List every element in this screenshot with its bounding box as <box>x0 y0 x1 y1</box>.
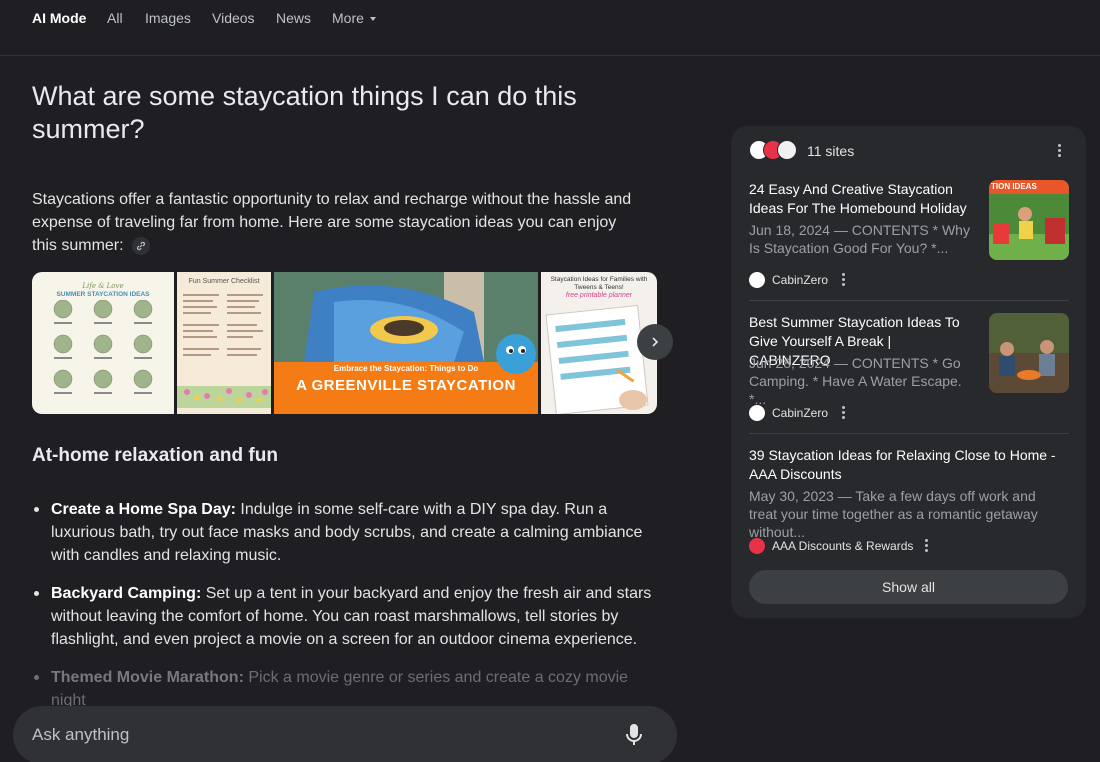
tab-more-label: More <box>332 10 364 26</box>
image-carousel: Life & Love SUMMER STAYCATION IDEAS Fun … <box>32 272 657 414</box>
more-vert-icon[interactable] <box>1052 142 1066 160</box>
source-card[interactable]: Best Summer Staycation Ideas To Give You… <box>749 313 1069 423</box>
section-title: At-home relaxation and fun <box>32 445 278 466</box>
show-all-button[interactable]: Show all <box>749 570 1068 604</box>
answer-column: What are some staycation things I can do… <box>32 80 673 709</box>
thumbnail-label: TION IDEAS <box>991 182 1037 191</box>
source-card[interactable]: 24 Easy And Creative Staycation Ideas Fo… <box>749 180 1069 290</box>
ask-input[interactable]: Ask anything <box>13 706 677 762</box>
carousel-image-3[interactable]: Embrace the Staycation: Things to Do A G… <box>274 272 538 414</box>
source-site-name: CabinZero <box>772 406 829 420</box>
image-1-heading: SUMMER STAYCATION IDEAS <box>56 291 150 298</box>
image-3-heading: A GREENVILLE STAYCATION <box>296 377 516 394</box>
tab-ai-mode[interactable]: AI Mode <box>32 10 86 26</box>
source-snippet: Jun 28, 2024 — CONTENTS * Go Camping. * … <box>749 355 962 407</box>
site-favicon <box>777 140 797 160</box>
list-item-label: Themed Movie Marathon: <box>51 669 244 686</box>
tab-news[interactable]: News <box>276 10 311 26</box>
source-thumbnail[interactable] <box>989 313 1069 393</box>
top-nav: AI Mode All Images Videos News More <box>0 0 1100 56</box>
cabinzero-favicon <box>749 405 765 421</box>
list-item: Create a Home Spa Day: Indulge in some s… <box>32 498 662 567</box>
divider <box>749 300 1069 301</box>
image-2-illustration <box>177 294 271 408</box>
link-icon[interactable] <box>132 236 151 255</box>
source-site-name: CabinZero <box>772 273 829 287</box>
intro-text: Staycations offer a fantastic opportunit… <box>32 191 632 254</box>
aaa-favicon <box>749 538 765 554</box>
tab-images[interactable]: Images <box>145 10 191 26</box>
intro-paragraph: Staycations offer a fantastic opportunit… <box>32 188 642 257</box>
page-title: What are some staycation things I can do… <box>32 81 577 144</box>
image-1-illustration <box>53 300 153 394</box>
tab-all[interactable]: All <box>107 10 123 26</box>
more-vert-icon[interactable] <box>836 271 850 289</box>
list-item-label: Backyard Camping: <box>51 585 202 602</box>
carousel-image-2[interactable]: Fun Summer Checklist <box>177 272 271 414</box>
list-item-label: Create a Home Spa Day: <box>51 501 236 518</box>
divider <box>749 433 1069 434</box>
image-4-subheading: free printable planner <box>565 292 633 299</box>
sites-count: 11 sites <box>807 143 855 159</box>
tab-more[interactable]: More <box>332 10 376 26</box>
sources-header[interactable]: 11 sites <box>749 140 1069 162</box>
chevron-right-icon <box>652 337 659 347</box>
source-title[interactable]: 24 Easy And Creative Staycation Ideas Fo… <box>749 180 974 218</box>
image-4-illustration <box>545 304 649 414</box>
source-title[interactable]: 39 Staycation Ideas for Relaxing Close t… <box>749 446 1064 484</box>
more-vert-icon[interactable] <box>919 537 933 555</box>
mic-icon[interactable] <box>625 723 643 747</box>
source-snippet: Jun 18, 2024 — CONTENTS * Why Is Staycat… <box>749 222 970 256</box>
sources-panel: 11 sites 24 Easy And Creative Staycation… <box>731 126 1086 618</box>
ideas-list: Create a Home Spa Day: Indulge in some s… <box>32 498 662 727</box>
cabinzero-favicon <box>749 272 765 288</box>
more-vert-icon[interactable] <box>836 404 850 422</box>
carousel-next-button[interactable] <box>637 324 673 360</box>
carousel-image-1[interactable]: Life & Love SUMMER STAYCATION IDEAS <box>32 272 174 414</box>
list-item: Backyard Camping: Set up a tent in your … <box>32 582 662 651</box>
source-thumbnail[interactable]: TION IDEAS <box>989 180 1069 260</box>
source-snippet: May 30, 2023 — Take a few days off work … <box>749 488 1038 540</box>
source-site-name: AAA Discounts & Rewards <box>772 539 914 553</box>
source-card[interactable]: 39 Staycation Ideas for Relaxing Close t… <box>749 446 1069 556</box>
image-4-heading: Staycation Ideas for Families with Tween… <box>550 276 648 291</box>
ask-placeholder: Ask anything <box>32 725 130 744</box>
image-2-heading: Fun Summer Checklist <box>188 278 260 285</box>
image-3-subheading: Embrace the Staycation: Things to Do <box>333 364 479 373</box>
caret-down-icon <box>369 17 376 22</box>
tab-videos[interactable]: Videos <box>212 10 255 26</box>
image-1-brand: Life & Love <box>82 282 124 290</box>
